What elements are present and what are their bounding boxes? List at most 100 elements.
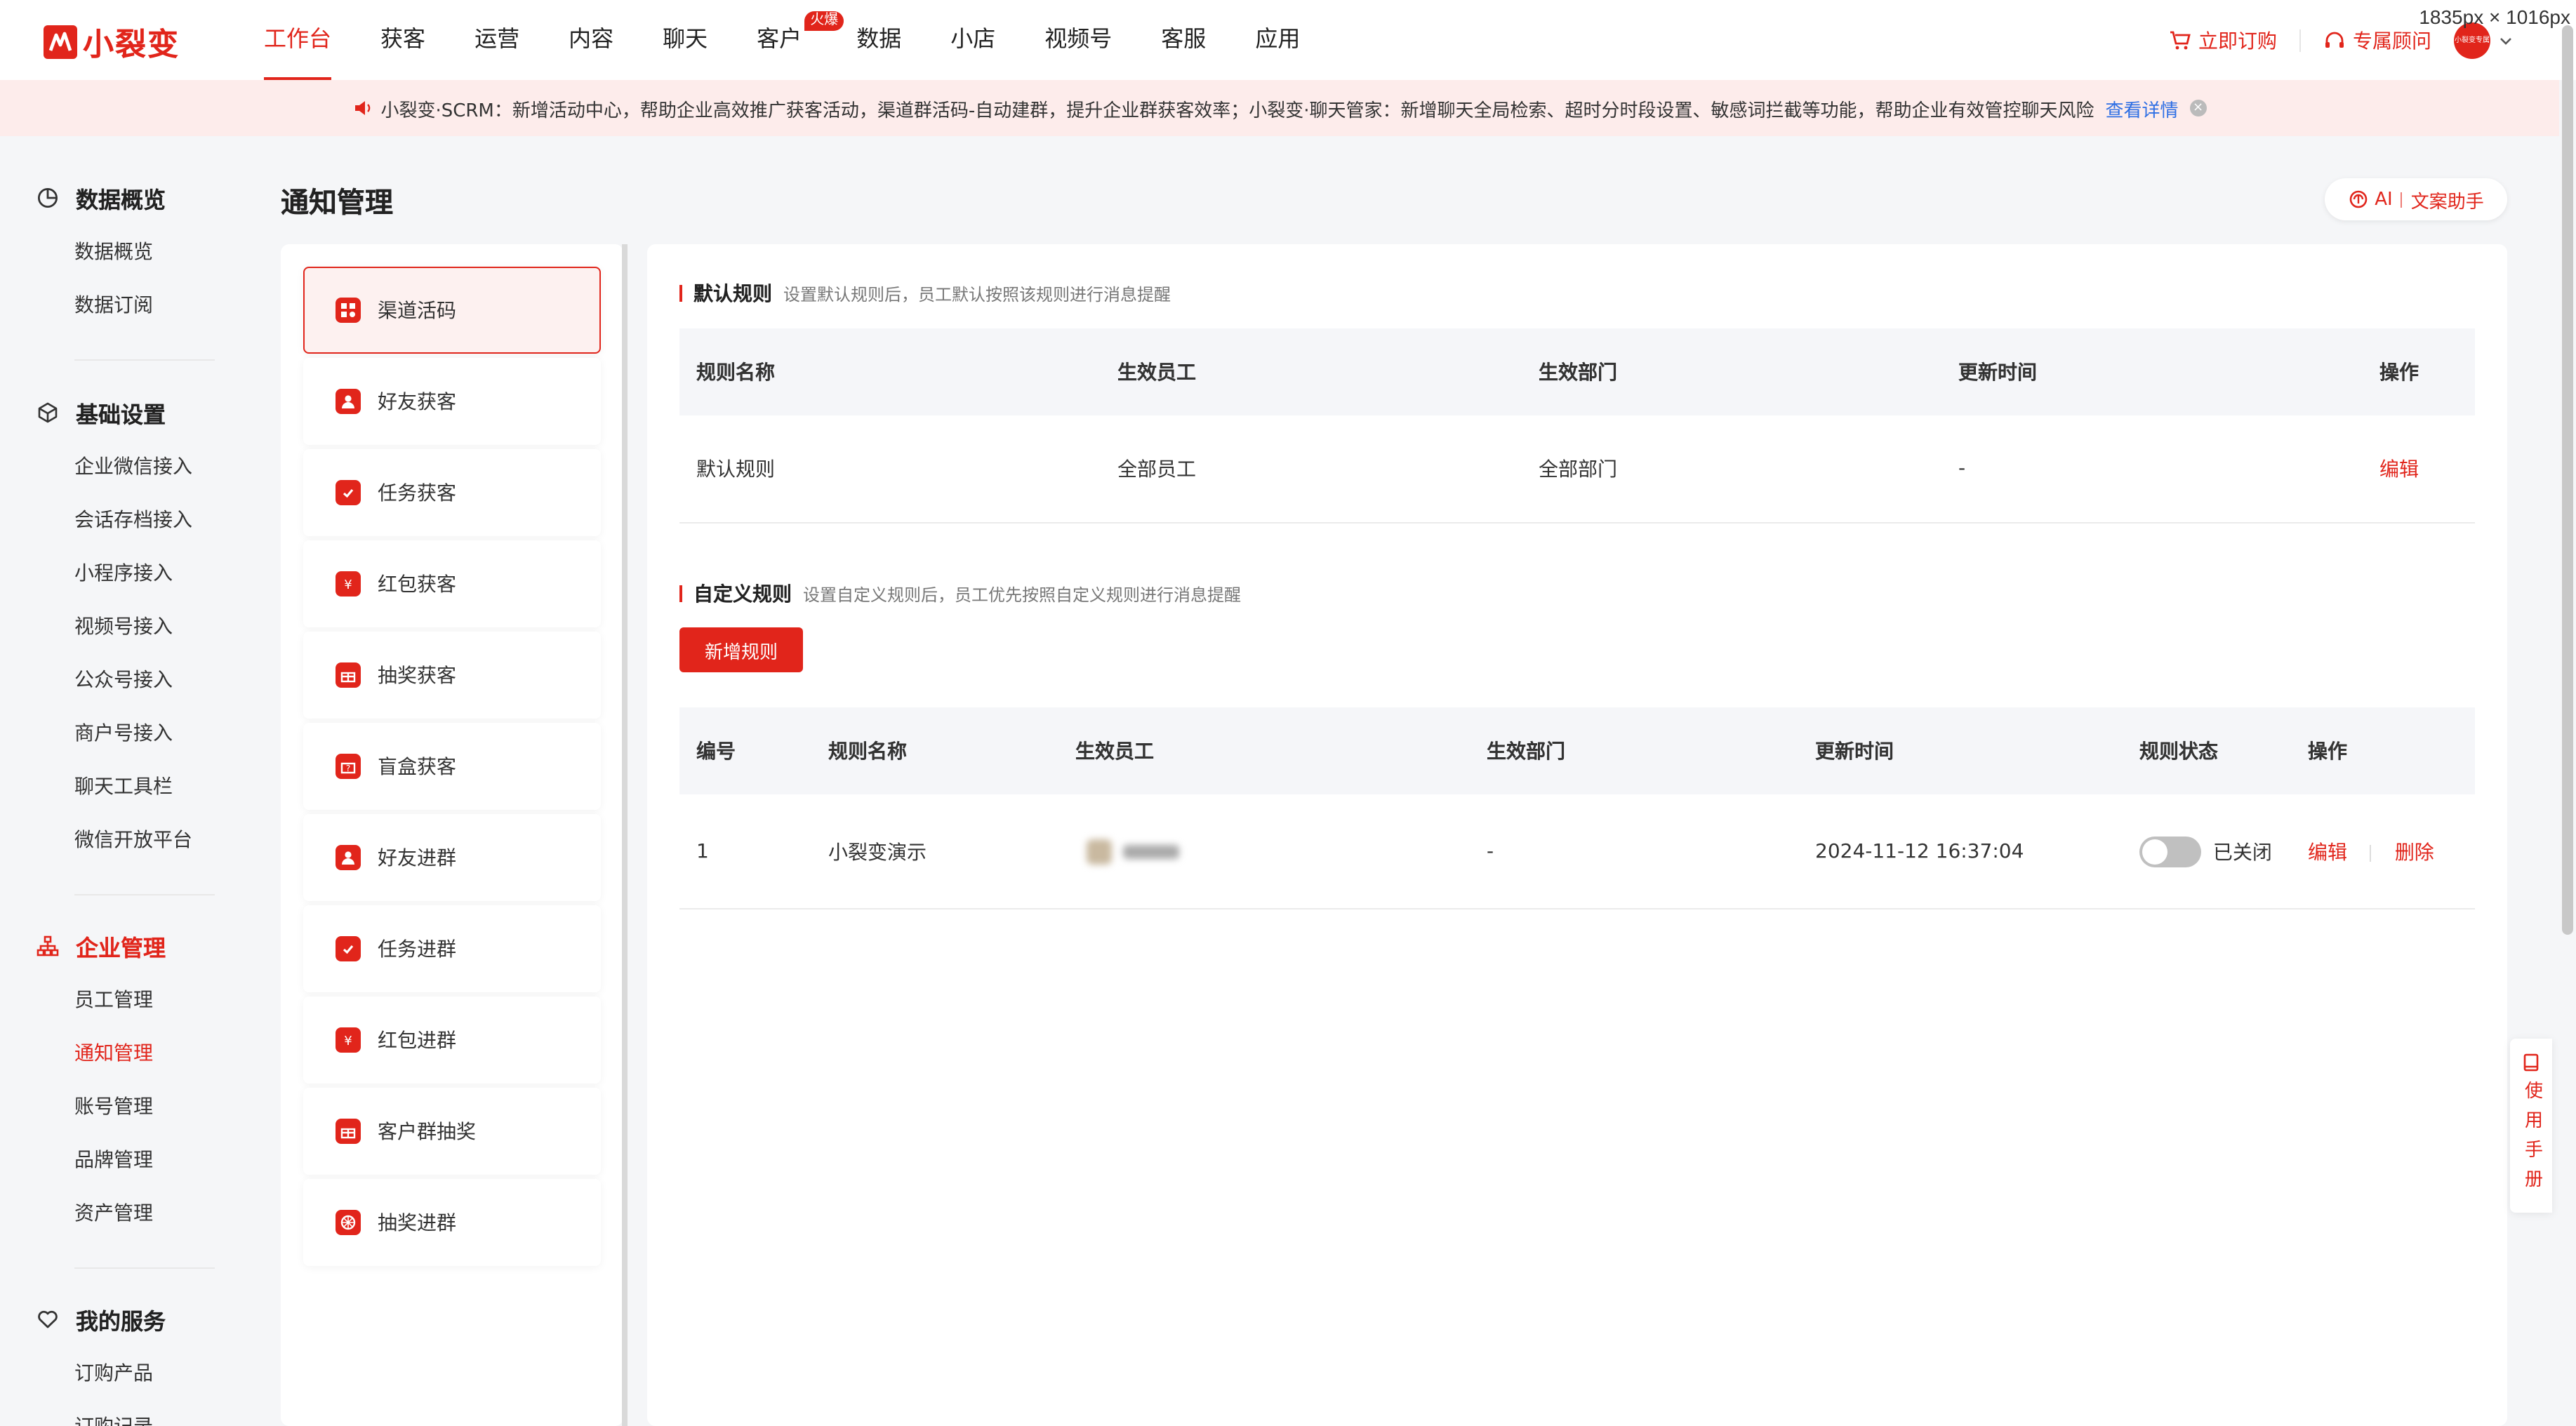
sidebar-divider xyxy=(74,1267,215,1269)
logo-mark-icon xyxy=(44,25,77,59)
type-list-scrollbar[interactable] xyxy=(622,244,628,1426)
pie-chart-icon xyxy=(37,187,58,208)
heart-icon xyxy=(38,1310,58,1328)
avatar xyxy=(1087,839,1112,864)
type-item-group-lottery[interactable]: 客户群抽奖 xyxy=(303,1088,601,1175)
sidebar-group-title[interactable]: 我的服务 xyxy=(0,1300,246,1339)
sidebar-item-assets[interactable]: 资产管理 xyxy=(0,1187,246,1241)
sidebar-item-staff[interactable]: 员工管理 xyxy=(0,974,246,1027)
logo[interactable]: 小裂变 xyxy=(44,20,180,65)
nav-tab-customer[interactable]: 客户 火爆 xyxy=(757,0,844,80)
custom-rules-desc: 设置自定义规则后，员工优先按照自定义规则进行消息提醒 xyxy=(803,585,1242,604)
dimensions-label: 1835px × 1016px xyxy=(2419,6,2570,28)
app-root: 小裂变 工作台 获客 运营 内容 聊天 客户 火爆 数据 小店 视频号 客服 应… xyxy=(0,0,2576,1426)
default-rules-desc: 设置默认规则后，员工默认按照该规则进行消息提醒 xyxy=(783,284,1171,304)
user-icon xyxy=(336,389,361,414)
grid-icon xyxy=(336,298,361,323)
user-manual-button[interactable]: 使用手册 xyxy=(2510,1039,2552,1213)
nav-tab-service[interactable]: 客服 xyxy=(1161,0,1206,80)
nav-tab-shop[interactable]: 小店 xyxy=(950,0,995,80)
nav-tab-content[interactable]: 内容 xyxy=(569,0,613,80)
edit-link[interactable]: 编辑 xyxy=(2308,841,2347,864)
sidebar-item-products[interactable]: 订购产品 xyxy=(0,1347,246,1401)
type-item-blindbox-acquire[interactable]: ? 盲盒获客 xyxy=(303,723,601,810)
notice-text: 小裂变·SCRM：新增活动中心，帮助企业高效推广获客活动，渠道群活码-自动建群，… xyxy=(380,100,2094,121)
rule-name: 默认规则 xyxy=(696,459,775,481)
sidebar-item-chat-toolbar[interactable]: 聊天工具栏 xyxy=(0,761,246,814)
speaker-icon xyxy=(355,101,371,115)
type-item-channel-code[interactable]: 渠道活码 xyxy=(303,267,601,354)
hot-badge: 火爆 xyxy=(804,11,844,31)
status-toggle[interactable] xyxy=(2139,836,2201,867)
sidebar-item-brand[interactable]: 品牌管理 xyxy=(0,1134,246,1187)
sidebar-item-merchant[interactable]: 商户号接入 xyxy=(0,707,246,761)
edit-link[interactable]: 编辑 xyxy=(2379,455,2419,483)
sidebar-group-enterprise: 企业管理 员工管理 通知管理 账号管理 品牌管理 资产管理 xyxy=(0,926,246,1241)
sidebar-item-official[interactable]: 公众号接入 xyxy=(0,654,246,707)
delete-link[interactable]: 删除 xyxy=(2395,841,2434,864)
chevron-down-icon[interactable] xyxy=(2499,33,2513,47)
type-item-lottery-join-group[interactable]: 抽奖进群 xyxy=(303,1179,601,1266)
type-item-redpacket-join-group[interactable]: ¥ 红包进群 xyxy=(303,997,601,1084)
notice-more-link[interactable]: 查看详情 xyxy=(2106,95,2179,121)
main-nav: 工作台 获客 运营 内容 聊天 客户 火爆 数据 小店 视频号 客服 应用 xyxy=(264,0,1349,80)
sidebar: 数据概览 数据概览 数据订阅 基础设置 企业微信接入 会话存档接入 小程序接入 … xyxy=(0,136,246,1426)
nav-tab-data[interactable]: 数据 xyxy=(856,0,901,80)
custom-rules-heading: 自定义规则 设置自定义规则后，员工优先按照自定义规则进行消息提醒 xyxy=(679,580,1241,608)
row-actions: 编辑 删除 xyxy=(2308,837,2434,865)
red-packet-icon: ¥ xyxy=(336,571,361,597)
rule-id: 1 xyxy=(696,840,709,862)
rule-time: 2024-11-12 16:37:04 xyxy=(1815,840,2024,862)
sidebar-item-open-platform[interactable]: 微信开放平台 xyxy=(0,814,246,867)
notice-bar: 小裂变·SCRM：新增活动中心，帮助企业高效推广获客活动，渠道群活码-自动建群，… xyxy=(0,80,2559,136)
page-scrollbar[interactable] xyxy=(2562,25,2573,935)
gift-icon xyxy=(336,1119,361,1144)
close-icon[interactable]: × xyxy=(2189,100,2207,116)
nav-tab-operation[interactable]: 运营 xyxy=(474,0,519,80)
nav-tab-chat[interactable]: 聊天 xyxy=(663,0,708,80)
type-item-lottery-acquire[interactable]: 抽奖获客 xyxy=(303,632,601,719)
cube-icon xyxy=(38,402,58,423)
nav-tab-apps[interactable]: 应用 xyxy=(1255,0,1300,80)
divider xyxy=(2401,192,2403,207)
rule-dept: - xyxy=(1487,840,1494,862)
sidebar-item-archive[interactable]: 会话存档接入 xyxy=(0,494,246,547)
rule-status: 已关闭 xyxy=(2139,836,2272,867)
user-icon xyxy=(336,845,361,870)
sidebar-group-title[interactable]: 企业管理 xyxy=(0,926,246,966)
advisor-link[interactable]: 专属顾问 xyxy=(2323,26,2431,54)
svg-text:?: ? xyxy=(346,764,350,773)
sidebar-group-title[interactable]: 数据概览 xyxy=(0,178,246,218)
nav-tab-acquire[interactable]: 获客 xyxy=(380,0,425,80)
manual-label: 使用手册 xyxy=(2521,1081,2542,1199)
sidebar-item-miniapp[interactable]: 小程序接入 xyxy=(0,547,246,601)
type-item-friend-acquire[interactable]: 好友获客 xyxy=(303,358,601,445)
sidebar-group-services: 我的服务 订购产品 订购记录 xyxy=(0,1300,246,1426)
sidebar-group-title[interactable]: 基础设置 xyxy=(0,393,246,432)
page-title: 通知管理 xyxy=(281,185,393,219)
status-label: 已关闭 xyxy=(2212,841,2272,864)
add-rule-button[interactable]: 新增规则 xyxy=(679,627,803,672)
rule-time: - xyxy=(1958,458,1966,480)
sidebar-item-data-subscribe[interactable]: 数据订阅 xyxy=(0,279,246,333)
red-packet-icon: ¥ xyxy=(336,1027,361,1053)
divider xyxy=(2299,29,2301,51)
sidebar-item-wecom[interactable]: 企业微信接入 xyxy=(0,441,246,494)
sidebar-item-data-overview[interactable]: 数据概览 xyxy=(0,226,246,279)
nav-tab-video[interactable]: 视频号 xyxy=(1044,0,1112,80)
sidebar-item-channels[interactable]: 视频号接入 xyxy=(0,601,246,654)
nav-tab-workbench[interactable]: 工作台 xyxy=(264,0,332,80)
ai-copywriter-button[interactable]: AI 文案助手 xyxy=(2325,178,2507,220)
sidebar-item-accounts[interactable]: 账号管理 xyxy=(0,1081,246,1134)
type-item-task-acquire[interactable]: 任务获客 xyxy=(303,449,601,536)
subscribe-link[interactable]: 立即订购 xyxy=(2169,26,2277,54)
blind-box-icon: ? xyxy=(336,754,361,779)
type-item-task-join-group[interactable]: 任务进群 xyxy=(303,905,601,992)
sidebar-item-notifications[interactable]: 通知管理 xyxy=(0,1027,246,1081)
sidebar-item-orders[interactable]: 订购记录 xyxy=(0,1401,246,1426)
calendar-check-icon xyxy=(336,480,361,505)
rule-staff-blurred xyxy=(1087,839,1179,864)
sidebar-divider xyxy=(74,359,215,361)
type-item-redpacket-acquire[interactable]: ¥ 红包获客 xyxy=(303,540,601,627)
type-item-friend-join-group[interactable]: 好友进群 xyxy=(303,814,601,901)
